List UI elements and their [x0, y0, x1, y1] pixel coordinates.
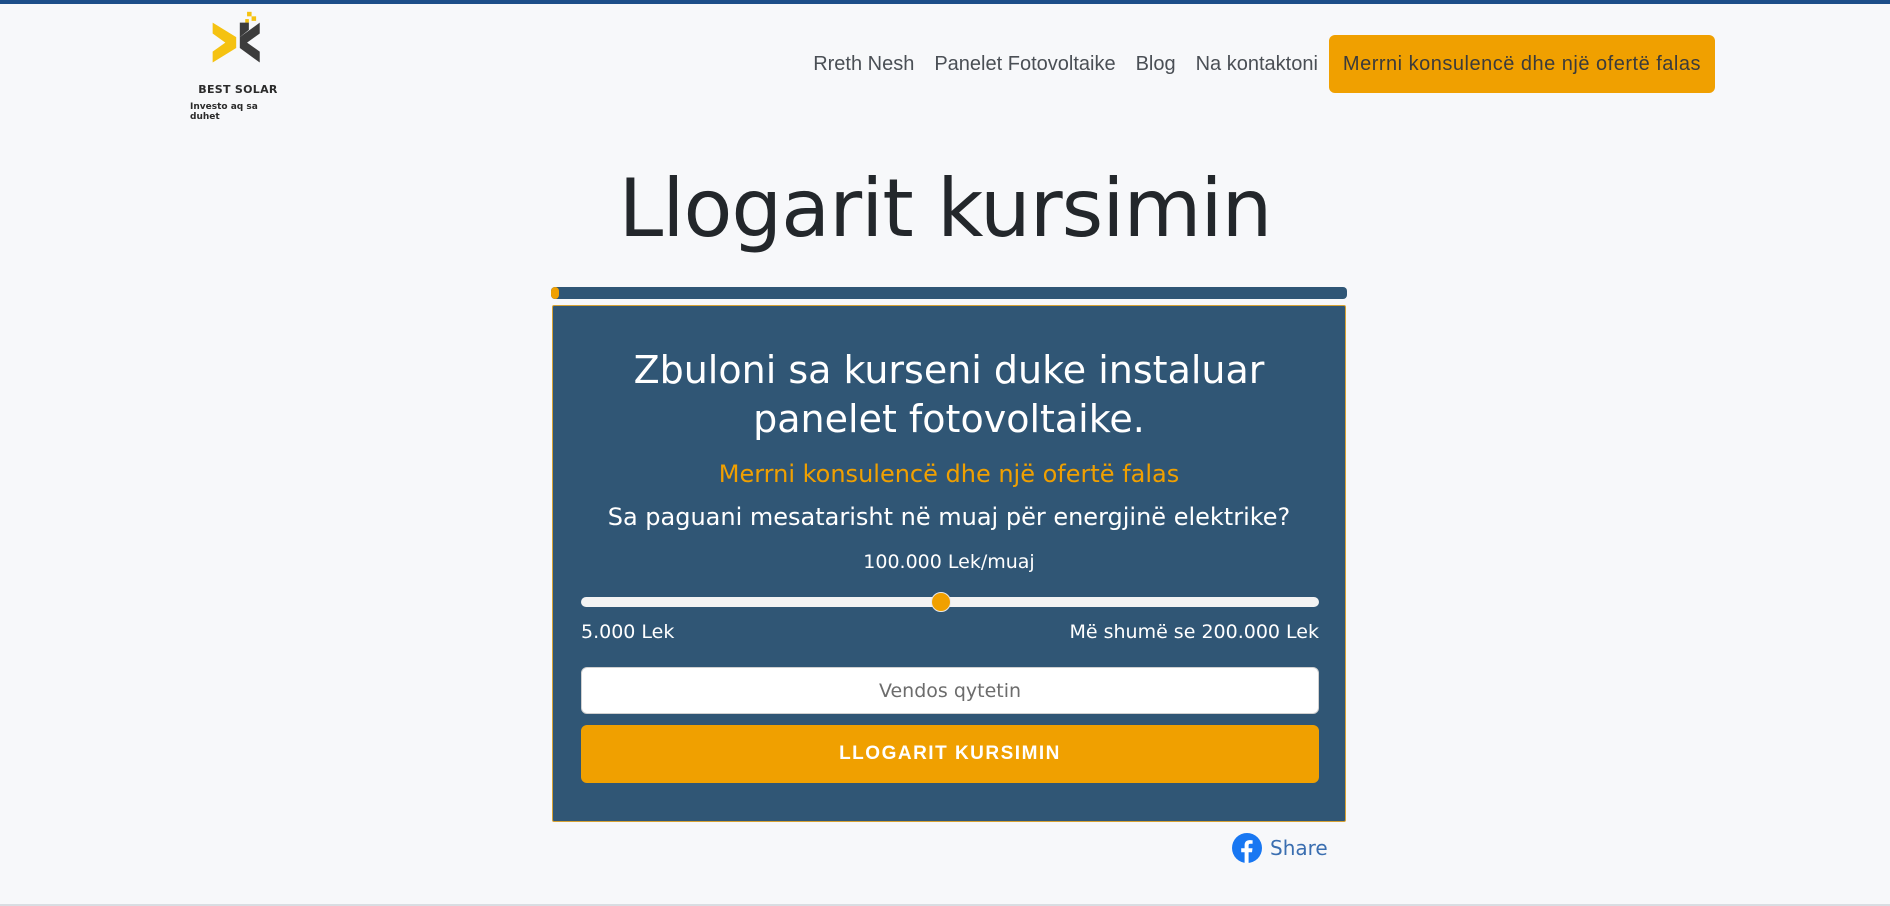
facebook-icon	[1232, 833, 1262, 863]
question-text: Sa paguani mesatarisht në muaj për energ…	[607, 503, 1291, 531]
nav-item-blog[interactable]: Blog	[1126, 35, 1186, 93]
calculate-savings-button[interactable]: LLOGARIT KURSIMIN	[581, 725, 1319, 783]
calculator-card: Zbuloni sa kurseni duke instaluar panele…	[552, 305, 1346, 822]
range-min-label: 5.000 Lek	[581, 621, 675, 643]
nav-item-rreth-nesh[interactable]: Rreth Nesh	[803, 35, 924, 93]
nav-item-na-kontaktoni[interactable]: Na kontaktoni	[1186, 35, 1328, 93]
card-heading: Zbuloni sa kurseni duke instaluar panele…	[633, 348, 1265, 441]
offer-text: Merrni konsulencë dhe një ofertë falas	[718, 460, 1180, 488]
best-solar-logo-icon	[212, 11, 260, 63]
range-max-label: Më shumë se 200.000 Lek	[1069, 621, 1319, 643]
logo-tagline: Investo aq sa duhet	[190, 102, 258, 122]
progress-fill	[551, 287, 559, 299]
top-navigation: Rreth Nesh Panelet Fotovoltaike Blog Na …	[803, 35, 1715, 93]
logo[interactable]: BEST SOLAR Investo aq sa duhet	[190, 10, 286, 122]
bill-slider[interactable]	[581, 592, 1319, 612]
slider-thumb[interactable]	[930, 592, 951, 612]
facebook-share-button[interactable]: Share	[1232, 833, 1328, 863]
amount-label: 100.000 Lek/muaj	[863, 551, 1035, 573]
city-input[interactable]	[581, 667, 1319, 714]
share-label: Share	[1270, 836, 1328, 860]
progress-bar	[551, 287, 1347, 299]
logo-brand-text: BEST SOLAR	[198, 83, 278, 96]
nav-item-panelet-fotovoltaike[interactable]: Panelet Fotovoltaike	[924, 35, 1125, 93]
nav-cta-button[interactable]: Merrni konsulencë dhe një ofertë falas	[1328, 35, 1715, 93]
page-title: Llogarit kursimin	[618, 162, 1273, 255]
